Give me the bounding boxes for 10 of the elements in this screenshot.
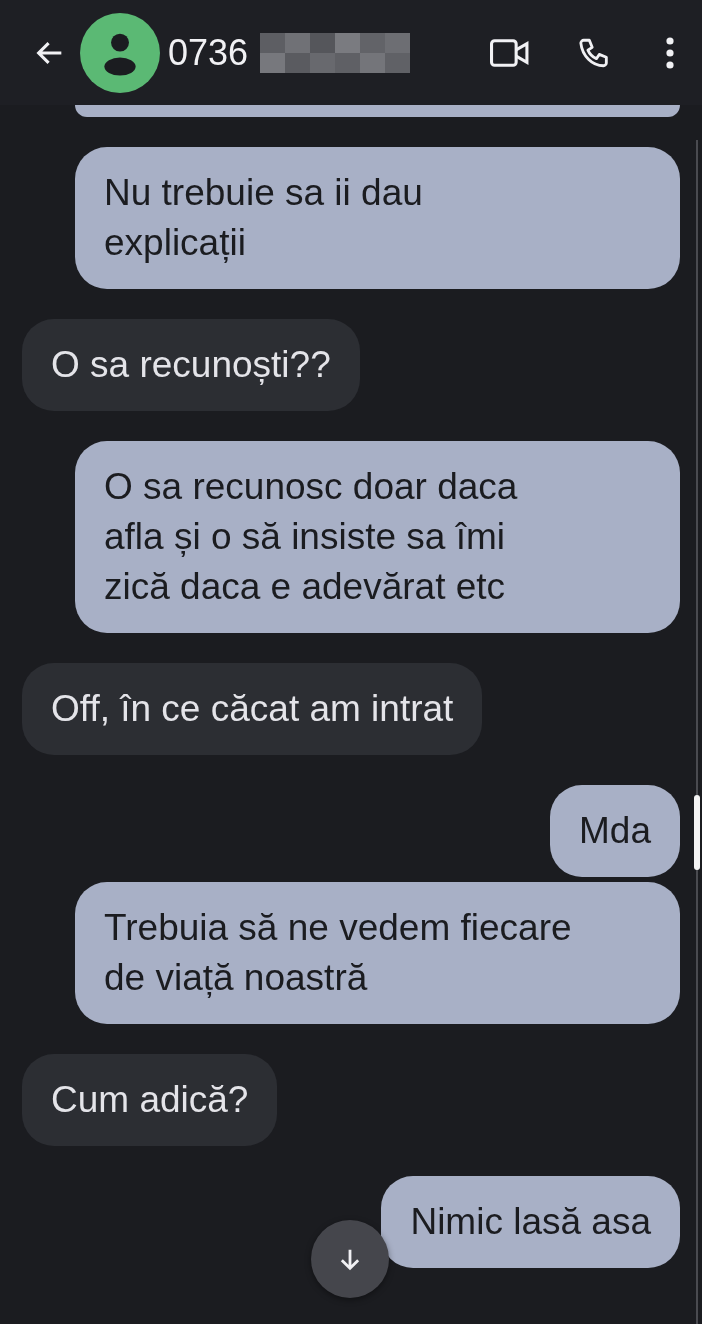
sent-message: Trebuia să ne vedem fiecare de viață noastră	[75, 882, 680, 1024]
received-message: Cum adică?	[22, 1054, 278, 1146]
sent-message: O sa recunosc doar daca afla și o să insiste sa îmi zică daca e adevărat etc	[75, 441, 680, 633]
received-message: O sa recunoști??	[22, 319, 360, 411]
sent-message: Mda	[550, 785, 680, 877]
scrollbar-thumb[interactable]	[694, 795, 700, 870]
sent-message: Nu trebuie sa ii dau explicații	[75, 147, 680, 289]
sent-message: Nimic lasă asa	[381, 1176, 680, 1268]
received-message: Off, în ce căcat am intrat	[22, 663, 483, 755]
contact-number: 0736	[168, 31, 249, 74]
